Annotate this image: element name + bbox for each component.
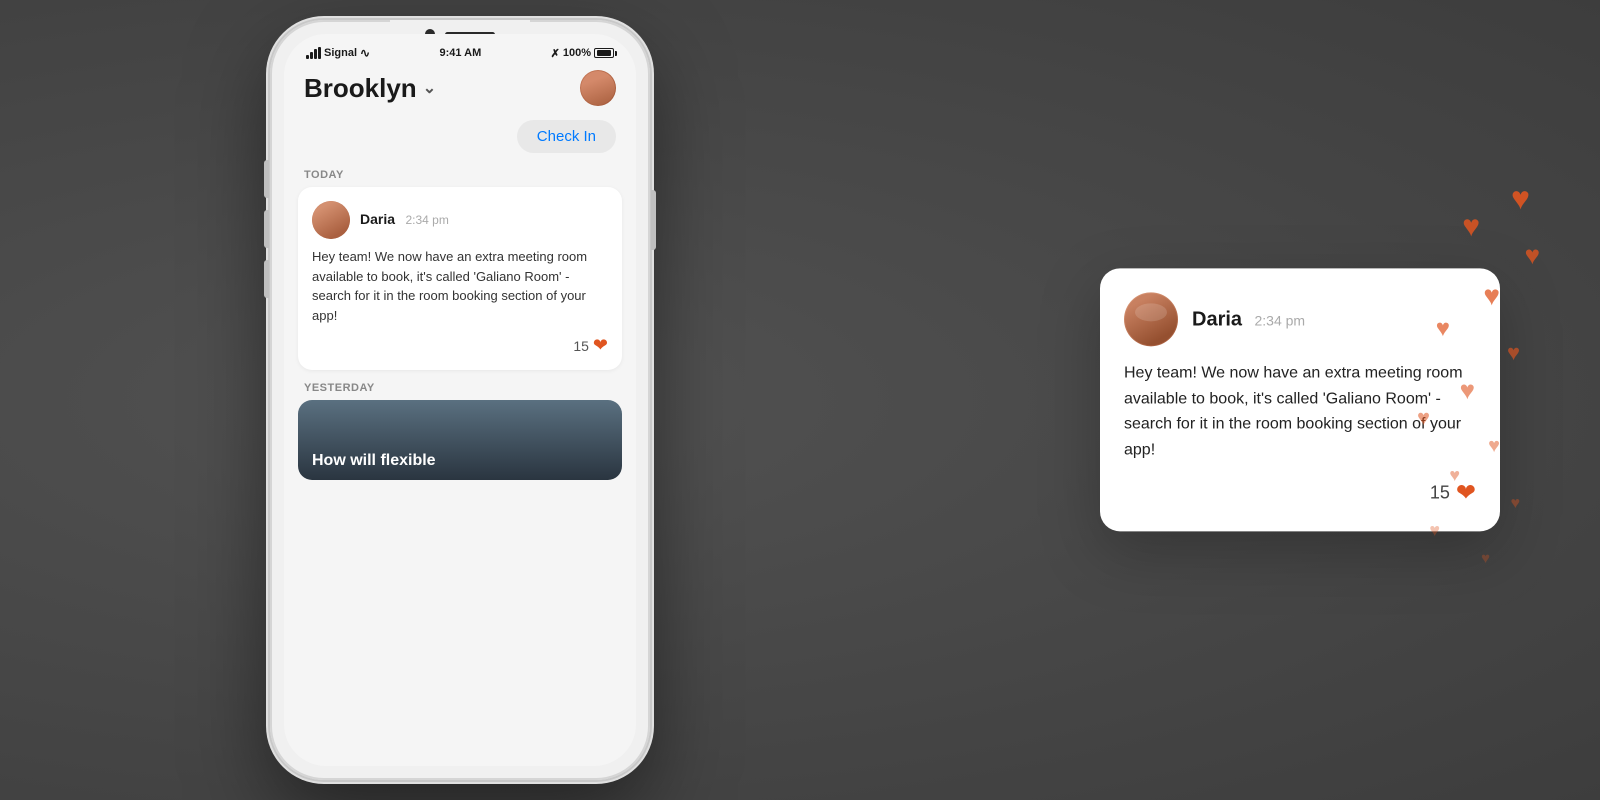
floating-reactions[interactable]: 15 ❤ [1124,479,1476,508]
checkin-area: Check In [284,114,636,159]
floating-avatar-face [1125,293,1177,345]
floating-avatar [1124,292,1178,346]
image-card-text: How will flexible [312,452,436,470]
heart-deco-2: ♥ [1525,240,1540,271]
yesterday-section-label: YESTERDAY [284,370,636,400]
phone-mockup: Signal ∿ 9:41 AM ✗ 100% Brooklyn ⌄ [270,20,650,780]
floating-author-name: Daria [1192,308,1242,330]
message-author-name: Daria [360,211,395,227]
signal-label: Signal ∿ [306,46,370,60]
message-card[interactable]: Daria 2:34 pm Hey team! We now have an e… [298,187,622,370]
phone-screen: Signal ∿ 9:41 AM ✗ 100% Brooklyn ⌄ [284,34,636,766]
time-display: 9:41 AM [439,47,481,59]
floating-message-body: Hey team! We now have an extra meeting r… [1124,360,1476,462]
heart-deco-0: ♥ [1511,180,1530,217]
today-section-label: TODAY [284,159,636,187]
floating-timestamp: 2:34 pm [1254,312,1305,328]
battery-area: ✗ 100% [551,47,614,60]
phone-frame: Signal ∿ 9:41 AM ✗ 100% Brooklyn ⌄ [270,20,650,780]
battery-percent: 100% [563,47,591,59]
heart-deco-12: ♥ [1481,550,1490,567]
checkin-button[interactable]: Check In [517,120,616,153]
floating-heart-icon: ❤ [1456,479,1476,508]
heart-deco-10: ♥ [1511,495,1521,513]
bt-icon: ✗ [551,47,560,60]
status-bar: Signal ∿ 9:41 AM ✗ 100% [284,34,636,60]
battery-icon [594,48,614,58]
message-timestamp: 2:34 pm [405,213,448,227]
image-background: How will flexible [298,400,622,480]
signal-text: Signal [324,47,357,59]
floating-message-card: Daria 2:34 pm Hey team! We now have an e… [1100,268,1500,531]
signal-bars-icon [306,47,321,59]
floating-reaction-count: 15 [1430,483,1450,504]
floating-meta: Daria 2:34 pm [1192,308,1305,331]
avatar-face [581,71,615,105]
workspace-name: Brooklyn [304,73,417,104]
heart-deco-1: ♥ [1462,210,1480,244]
message-author-avatar [312,201,350,239]
avatar-face-detail [312,201,350,239]
heart-deco-5: ♥ [1507,340,1520,366]
message-header: Daria 2:34 pm [312,201,608,239]
floating-card-header: Daria 2:34 pm [1124,292,1476,346]
user-avatar[interactable] [580,70,616,106]
message-body: Hey team! We now have an extra meeting r… [312,247,608,325]
heart-reaction-icon: ❤ [593,335,608,356]
message-reactions[interactable]: 15 ❤ [312,335,608,356]
app-header: Brooklyn ⌄ [284,60,636,114]
chevron-down-icon: ⌄ [423,78,436,98]
app-title-area[interactable]: Brooklyn ⌄ [304,73,436,104]
image-card[interactable]: How will flexible [298,400,622,480]
reaction-count: 15 [573,338,589,354]
wifi-icon: ∿ [360,46,370,60]
message-meta: Daria 2:34 pm [360,211,449,229]
